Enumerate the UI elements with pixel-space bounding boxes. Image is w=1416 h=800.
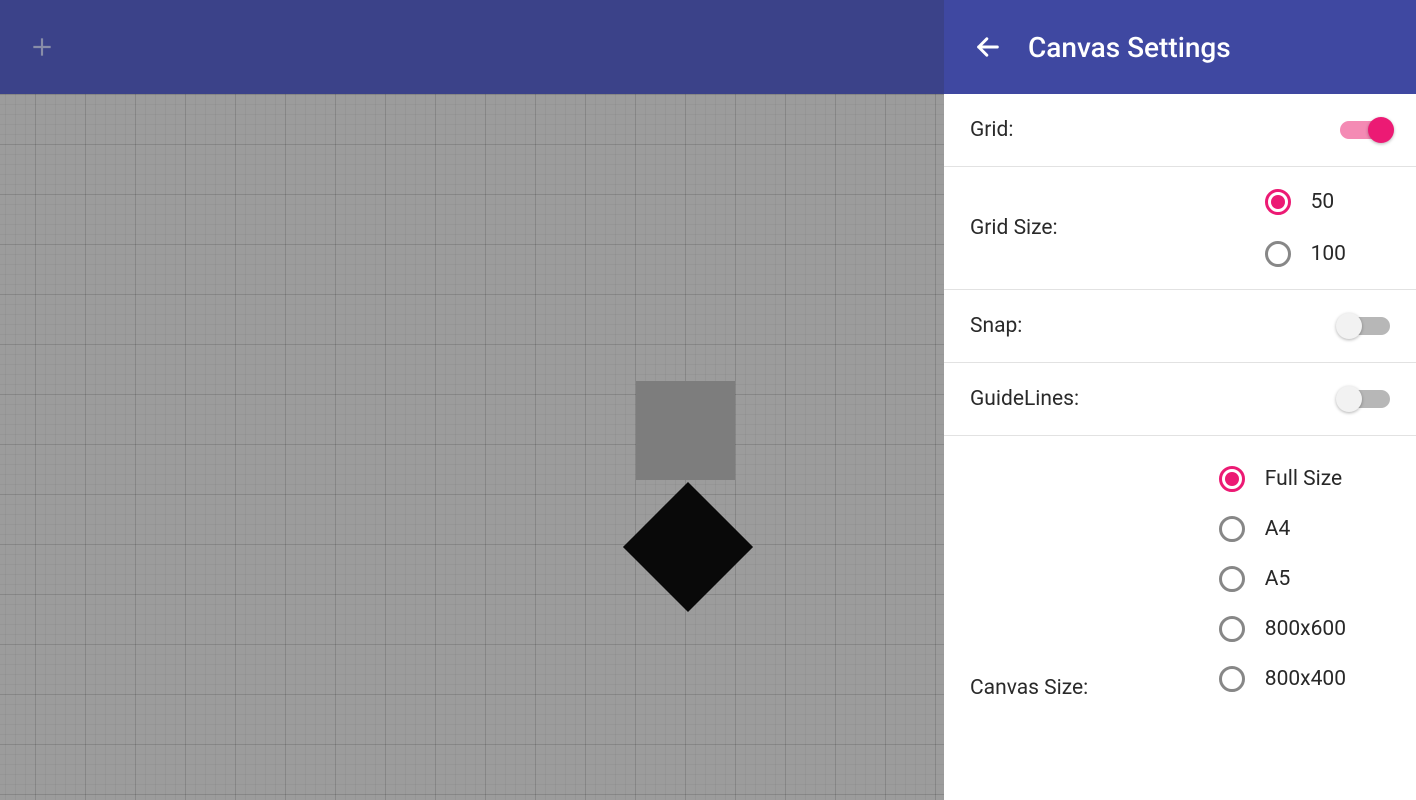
toggle-snap[interactable] [1340, 317, 1390, 335]
radio-label: 800x600 [1265, 617, 1346, 641]
setting-guidelines: GuideLines: [944, 363, 1416, 436]
toggle-guidelines[interactable] [1340, 390, 1390, 408]
radio-label: 50 [1311, 190, 1335, 214]
radio-canvas-full[interactable]: Full Size [1219, 466, 1346, 492]
setting-label-canvas-size: Canvas Size: [970, 676, 1088, 700]
setting-label-grid-size: Grid Size: [970, 216, 1058, 240]
radio-grid-size-100[interactable]: 100 [1265, 241, 1346, 267]
setting-label-snap: Snap: [970, 314, 1022, 338]
setting-canvas-size: Canvas Size: Full Size A4 A5 800x600 [944, 436, 1416, 722]
setting-label-guidelines: GuideLines: [970, 387, 1079, 411]
setting-grid-size: Grid Size: 50 100 [944, 167, 1416, 290]
radio-icon [1219, 516, 1245, 542]
panel-title: Canvas Settings [1028, 31, 1231, 64]
radio-icon [1219, 466, 1245, 492]
shape-square[interactable] [636, 381, 735, 480]
grid-overlay [0, 94, 944, 800]
setting-snap: Snap: [944, 290, 1416, 363]
radio-canvas-800x400[interactable]: 800x400 [1219, 666, 1346, 692]
radio-grid-size-50[interactable]: 50 [1265, 189, 1346, 215]
radio-label: 100 [1311, 242, 1346, 266]
radio-label: Full Size [1265, 467, 1342, 491]
panel-header: Canvas Settings [944, 0, 1416, 94]
add-icon[interactable] [28, 33, 56, 61]
radio-icon [1219, 566, 1245, 592]
canvas[interactable] [0, 94, 944, 800]
radio-canvas-a4[interactable]: A4 [1219, 516, 1346, 542]
radio-icon [1219, 666, 1245, 692]
setting-label-grid: Grid: [970, 118, 1013, 142]
shape-diamond[interactable] [623, 482, 753, 612]
settings-panel: Canvas Settings Grid: Grid Size: 50 100 … [944, 0, 1416, 800]
radio-icon [1219, 616, 1245, 642]
radio-label: 800x400 [1265, 667, 1346, 691]
setting-grid: Grid: [944, 94, 1416, 167]
radio-canvas-800x600[interactable]: 800x600 [1219, 616, 1346, 642]
radio-label: A5 [1265, 567, 1291, 591]
radio-icon [1265, 241, 1291, 267]
back-icon[interactable] [974, 33, 1002, 61]
radio-label: A4 [1265, 517, 1291, 541]
toggle-grid[interactable] [1340, 121, 1390, 139]
radio-icon [1265, 189, 1291, 215]
radio-canvas-a5[interactable]: A5 [1219, 566, 1346, 592]
